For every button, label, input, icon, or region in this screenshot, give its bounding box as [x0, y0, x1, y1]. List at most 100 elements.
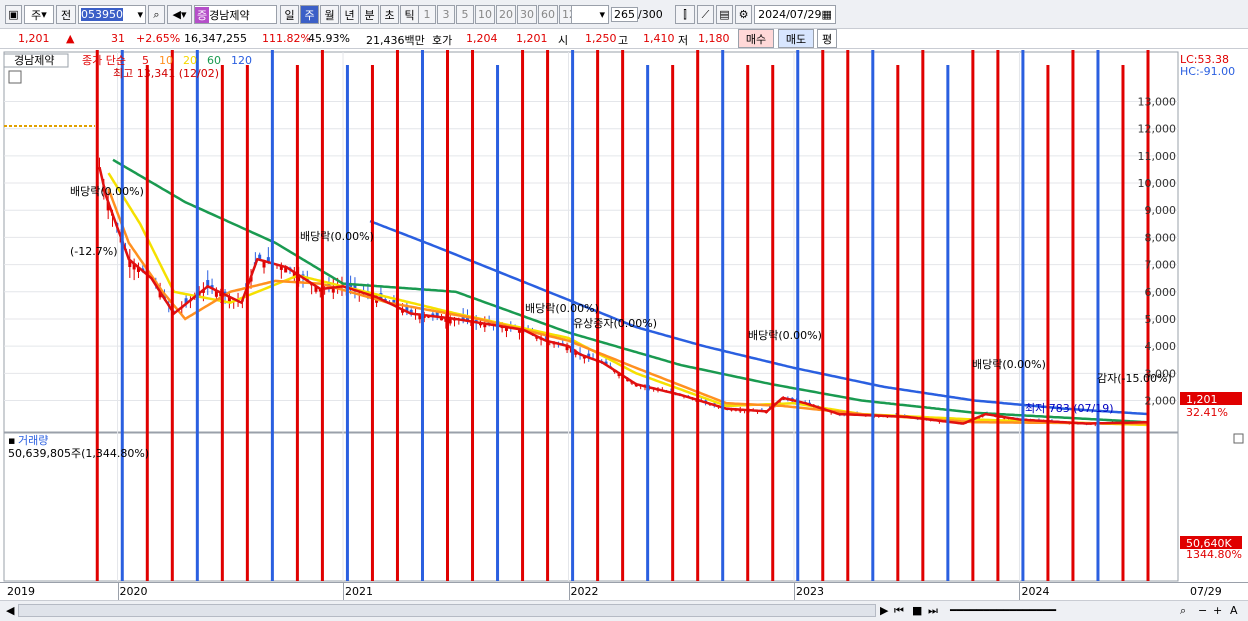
- x-tick: [343, 583, 345, 601]
- price-tick: 9,000: [1145, 204, 1177, 217]
- event-annotation: 배당락(0.00%): [70, 185, 144, 198]
- interval-button[interactable]: 30: [517, 5, 537, 24]
- stock-name-field[interactable]: 증 경남제약: [194, 5, 277, 24]
- first-icon[interactable]: ⏮: [894, 604, 904, 618]
- search-icon[interactable]: ⌕: [148, 5, 165, 24]
- period-tab[interactable]: 초: [380, 5, 399, 24]
- volume-close-icon[interactable]: [1233, 433, 1244, 444]
- quote-bar: 1,201 ▲ 31 +2.65% 16,347,255 111.82% 45.…: [0, 29, 1248, 49]
- period-tabs: 일주월년분초틱: [280, 5, 420, 24]
- volume-bar: [320, 50, 324, 581]
- sell-button[interactable]: 매도: [778, 29, 814, 48]
- price-tick: 5,000: [1145, 313, 1177, 326]
- hoga-label: 호가: [432, 34, 453, 47]
- count-total: /300: [638, 8, 663, 21]
- window-menu-icon[interactable]: ▣: [5, 5, 22, 24]
- interval-select[interactable]: ▾: [571, 5, 609, 24]
- event-annotation: 배당락(0.00%): [748, 329, 822, 342]
- volume-bar: [370, 65, 374, 581]
- x-tick: [568, 583, 570, 601]
- period-tab[interactable]: 분: [360, 5, 379, 24]
- count-field[interactable]: 265/300: [611, 5, 667, 24]
- price-tick: 8,000: [1145, 231, 1177, 244]
- volume-bar: [295, 65, 299, 581]
- open-label: 시: [558, 34, 569, 47]
- price-tick: 7,000: [1145, 259, 1177, 272]
- volume-bar: [546, 50, 550, 581]
- volume-bar: [1046, 65, 1050, 581]
- interval-button[interactable]: 10: [475, 5, 495, 24]
- scroll-bar[interactable]: ◀ ▶ ⏮ ■ ⏭ ━━━━━━━━━━━━━━━━ ⌕ − + A: [0, 600, 1248, 621]
- volume-bar: [120, 50, 124, 581]
- trend-icon[interactable]: ⟋: [697, 5, 714, 24]
- max-label: 최고 13,341 (12/02): [113, 67, 219, 80]
- volume-value: 50,639,805주(1,344.80%): [8, 447, 149, 460]
- period-tab[interactable]: 틱: [400, 5, 419, 24]
- trade-amount: 21,436백만: [366, 34, 425, 47]
- scroll-left-icon[interactable]: ◀: [6, 604, 14, 617]
- ma-legend-item[interactable]: 60: [207, 54, 221, 67]
- volume-collapse-icon[interactable]: ▪: [8, 434, 15, 447]
- ma-legend-item[interactable]: 5: [142, 54, 149, 67]
- period-tab[interactable]: 월: [320, 5, 339, 24]
- turnover-rate: 45.93%: [308, 32, 350, 45]
- x-tick-label: 2023: [795, 585, 824, 598]
- interval-button[interactable]: 20: [496, 5, 516, 24]
- date-field[interactable]: 2024/07/29 ▦: [754, 5, 836, 24]
- price-tick: 6,000: [1145, 286, 1177, 299]
- zoom-slider-icon[interactable]: ━━━━━━━━━━━━━━━━: [950, 604, 1056, 617]
- ma-legend-item[interactable]: 20: [183, 54, 197, 67]
- volume-bar: [896, 65, 900, 581]
- volume-bar: [621, 50, 625, 581]
- interval-button[interactable]: 5: [456, 5, 474, 24]
- table-icon[interactable]: [8, 70, 22, 84]
- calendar-icon[interactable]: ▦: [822, 8, 832, 21]
- zoom-icon[interactable]: ⌕: [1180, 604, 1186, 618]
- interval-button[interactable]: 60: [538, 5, 558, 24]
- interval-button[interactable]: 1: [418, 5, 436, 24]
- save-icon[interactable]: ▤: [716, 5, 733, 24]
- interval-button[interactable]: 3: [437, 5, 455, 24]
- gear-icon[interactable]: ⚙: [735, 5, 752, 24]
- event-annotation: 유상증자(0.00%): [573, 317, 657, 330]
- speaker-icon[interactable]: ◀▾: [167, 5, 192, 24]
- count-input[interactable]: 265: [611, 7, 638, 22]
- period-tab[interactable]: 주: [300, 5, 319, 24]
- volume-bar: [796, 50, 800, 581]
- volume-bar: [395, 50, 399, 581]
- stop-icon[interactable]: ■: [912, 604, 922, 617]
- ma-legend-item[interactable]: 10: [159, 54, 173, 67]
- change-arrow: ▲: [66, 32, 75, 45]
- zoom-in-icon[interactable]: +: [1213, 604, 1222, 617]
- high-label: 고: [618, 34, 629, 47]
- scroll-right-icon[interactable]: ▶: [880, 604, 888, 617]
- chart-type-select[interactable]: 주 ▾: [24, 5, 54, 24]
- font-size-icon[interactable]: A: [1230, 604, 1238, 617]
- zoom-out-icon[interactable]: −: [1198, 604, 1207, 617]
- change-value: 31: [111, 32, 125, 45]
- volume-bar: [571, 50, 575, 581]
- current-price-tag-text: 1,201: [1186, 393, 1218, 406]
- volume-bar: [671, 65, 675, 581]
- current-price: 1,201: [18, 32, 50, 45]
- volume-bar: [821, 50, 825, 581]
- buy-button[interactable]: 매수: [738, 29, 774, 48]
- volume-pane-frame: [3, 432, 1179, 582]
- ma-legend-item[interactable]: 120: [231, 54, 252, 67]
- period-tab[interactable]: 일: [280, 5, 299, 24]
- stock-tag-icon: 증: [195, 6, 210, 23]
- scroll-track[interactable]: [18, 604, 876, 617]
- current-price-pct: 32.41%: [1186, 406, 1228, 419]
- volume-bar: [245, 65, 249, 581]
- avg-button[interactable]: 평: [817, 29, 837, 48]
- volume-bar: [996, 50, 1000, 581]
- stock-code-input[interactable]: 053950 ▾: [78, 5, 146, 24]
- candle-icon[interactable]: ⫿: [675, 5, 695, 24]
- volume-bar: [95, 50, 99, 581]
- price-chart[interactable]: 13,000 12,000 11,000 10,000 9,000 8,000 7,000 6…: [0, 50, 1248, 602]
- hoga-bid: 1,201: [516, 32, 548, 45]
- last-icon[interactable]: ⏭: [928, 604, 938, 618]
- period-tab[interactable]: 년: [340, 5, 359, 24]
- prev-button[interactable]: 전: [56, 5, 76, 24]
- volume-bar: [696, 50, 700, 581]
